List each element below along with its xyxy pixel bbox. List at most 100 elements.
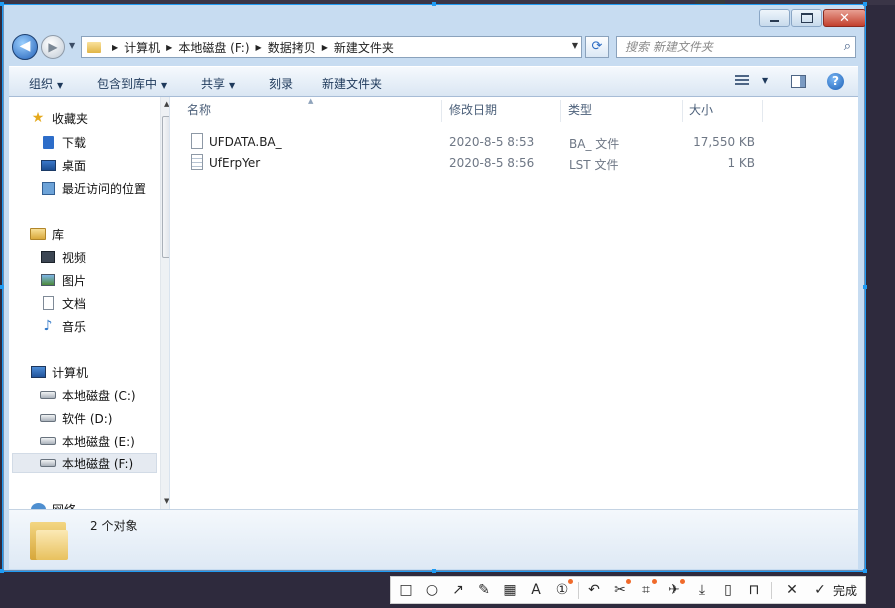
- number-icon[interactable]: ①: [553, 579, 573, 599]
- network-group[interactable]: 网络: [30, 499, 76, 509]
- folder-icon: [30, 518, 68, 560]
- maximize-button[interactable]: [791, 9, 822, 27]
- view-options-dropdown-icon[interactable]: ▼: [762, 76, 768, 85]
- back-button[interactable]: ◀: [12, 34, 38, 60]
- close-button[interactable]: ✕: [823, 9, 866, 27]
- nav-item-drive-d[interactable]: 软件 (D:): [40, 408, 112, 428]
- undo-icon[interactable]: ↶: [585, 581, 603, 599]
- folder-icon: [87, 41, 101, 53]
- done-button[interactable]: 完成: [833, 582, 857, 599]
- chevron-down-icon: ▼: [57, 81, 64, 90]
- download-icon[interactable]: ⤓: [693, 581, 711, 599]
- favorites-group[interactable]: ★ 收藏夹: [30, 108, 88, 128]
- chevron-down-icon: ▼: [161, 81, 168, 90]
- arrow-icon[interactable]: ↗: [449, 581, 467, 599]
- selection-handle[interactable]: [863, 2, 867, 6]
- star-icon: ★: [31, 110, 45, 126]
- computer-group[interactable]: 计算机: [30, 362, 88, 382]
- mosaic-icon[interactable]: ▦: [501, 581, 519, 599]
- computer-label: 计算机: [52, 365, 89, 380]
- share-menu[interactable]: 共享 ▼: [201, 75, 235, 92]
- nav-item-pictures[interactable]: 图片: [40, 270, 86, 290]
- breadcrumb-computer[interactable]: 计算机: [124, 39, 160, 56]
- file-type: BA_ 文件: [569, 137, 620, 151]
- cut-icon[interactable]: ✂: [611, 579, 631, 599]
- change-view-icon[interactable]: [735, 75, 751, 88]
- selection-handle[interactable]: [863, 569, 867, 573]
- breadcrumb-drive-f[interactable]: 本地磁盘 (F:): [178, 39, 249, 56]
- chevron-down-icon: ▼: [229, 81, 236, 90]
- nav-item-label: 音乐: [62, 319, 87, 334]
- new-folder-button[interactable]: 新建文件夹: [322, 75, 382, 92]
- crop-icon[interactable]: ⌗: [637, 579, 657, 599]
- breadcrumb-separator-icon[interactable]: ▶: [322, 43, 328, 52]
- nav-item-videos[interactable]: 视频: [40, 247, 86, 267]
- pin-icon[interactable]: ✈: [665, 579, 685, 599]
- new-folder-label: 新建文件夹: [322, 77, 383, 91]
- search-icon[interactable]: ⌕: [844, 37, 851, 57]
- phone-icon[interactable]: ▯: [719, 581, 737, 599]
- rectangle-icon[interactable]: □: [397, 581, 415, 599]
- selection-handle[interactable]: [0, 285, 4, 289]
- column-header-modified[interactable]: 修改日期: [449, 97, 497, 124]
- close-icon[interactable]: ✕: [783, 581, 801, 599]
- column-divider[interactable]: [762, 100, 763, 122]
- item-count: 2 个对象: [90, 519, 138, 533]
- selection-handle[interactable]: [432, 569, 436, 573]
- breadcrumb-separator-icon[interactable]: ▶: [112, 43, 118, 52]
- libraries-group[interactable]: 库: [30, 224, 64, 244]
- scroll-down-icon[interactable]: ▼: [164, 497, 169, 505]
- address-history-dropdown-icon[interactable]: ▼: [572, 41, 578, 50]
- column-divider[interactable]: [441, 100, 442, 122]
- breadcrumb-new-folder[interactable]: 新建文件夹: [334, 39, 394, 56]
- nav-item-label: 本地磁盘 (C:): [62, 388, 136, 403]
- nav-item-documents[interactable]: 文档: [40, 293, 86, 313]
- selection-handle[interactable]: [432, 2, 436, 6]
- column-header-size[interactable]: 大小: [689, 97, 713, 124]
- organize-menu[interactable]: 组织 ▼: [29, 75, 63, 92]
- scrollbar-thumb[interactable]: [162, 116, 169, 258]
- file-modified: 2020-8-5 8:53: [449, 135, 535, 149]
- address-bar[interactable]: ▶ 计算机 ▶ 本地磁盘 (F:) ▶ 数据拷贝 ▶ 新建文件夹 ▼: [81, 36, 582, 58]
- refresh-icon: ⟳: [591, 39, 603, 54]
- ellipse-icon[interactable]: ○: [423, 581, 441, 599]
- search-placeholder: 搜索 新建文件夹: [625, 40, 713, 54]
- breadcrumb-data-copy[interactable]: 数据拷贝: [268, 39, 316, 56]
- file-row[interactable]: UFDATA.BA_ 2020-8-5 8:53 BA_ 文件 17,550 K…: [187, 132, 817, 154]
- breadcrumb-separator-icon[interactable]: ▶: [166, 43, 172, 52]
- pen-icon[interactable]: ✎: [475, 581, 493, 599]
- column-header-type[interactable]: 类型: [568, 97, 592, 124]
- nav-item-desktop[interactable]: 桌面: [40, 155, 86, 175]
- breadcrumb-separator-icon[interactable]: ▶: [256, 43, 262, 52]
- nav-item-drive-c[interactable]: 本地磁盘 (C:): [40, 385, 136, 405]
- include-library-menu[interactable]: 包含到库中 ▼: [97, 75, 167, 92]
- recent-pages-dropdown[interactable]: ▼: [69, 41, 75, 50]
- help-icon[interactable]: ?: [827, 73, 844, 90]
- column-header-name[interactable]: 名称: [187, 97, 211, 124]
- minimize-button[interactable]: [759, 9, 790, 27]
- check-icon[interactable]: ✓: [811, 581, 829, 599]
- column-divider[interactable]: [682, 100, 683, 122]
- selection-handle[interactable]: [863, 285, 867, 289]
- nav-item-downloads[interactable]: 下载: [40, 132, 86, 152]
- forward-button[interactable]: ▶: [41, 35, 65, 59]
- scroll-up-icon[interactable]: ▲: [164, 100, 169, 108]
- selection-handle[interactable]: [0, 569, 4, 573]
- preview-pane-icon[interactable]: [791, 75, 806, 88]
- nav-item-recent-places[interactable]: 最近访问的位置: [40, 178, 146, 198]
- text-icon[interactable]: A: [527, 581, 545, 599]
- nav-item-drive-f[interactable]: 本地磁盘 (F:): [12, 453, 157, 473]
- file-row[interactable]: UfErpYer 2020-8-5 8:56 LST 文件 1 KB: [187, 153, 817, 175]
- selection-handle[interactable]: [0, 2, 4, 6]
- column-divider[interactable]: [560, 100, 561, 122]
- library-icon: [30, 228, 46, 240]
- nav-pane-scrollbar[interactable]: ▲ ▼: [160, 97, 169, 509]
- divider: [578, 582, 579, 599]
- refresh-button[interactable]: ⟳: [585, 36, 609, 58]
- search-input[interactable]: 搜索 新建文件夹 ⌕: [616, 36, 856, 58]
- nav-item-drive-e[interactable]: 本地磁盘 (E:): [40, 431, 135, 451]
- nav-item-label: 软件 (D:): [62, 411, 113, 426]
- bookmark-icon[interactable]: ⊓: [745, 581, 763, 599]
- burn-button[interactable]: 刻录: [269, 75, 293, 92]
- nav-item-music[interactable]: ♪ 音乐: [40, 316, 86, 336]
